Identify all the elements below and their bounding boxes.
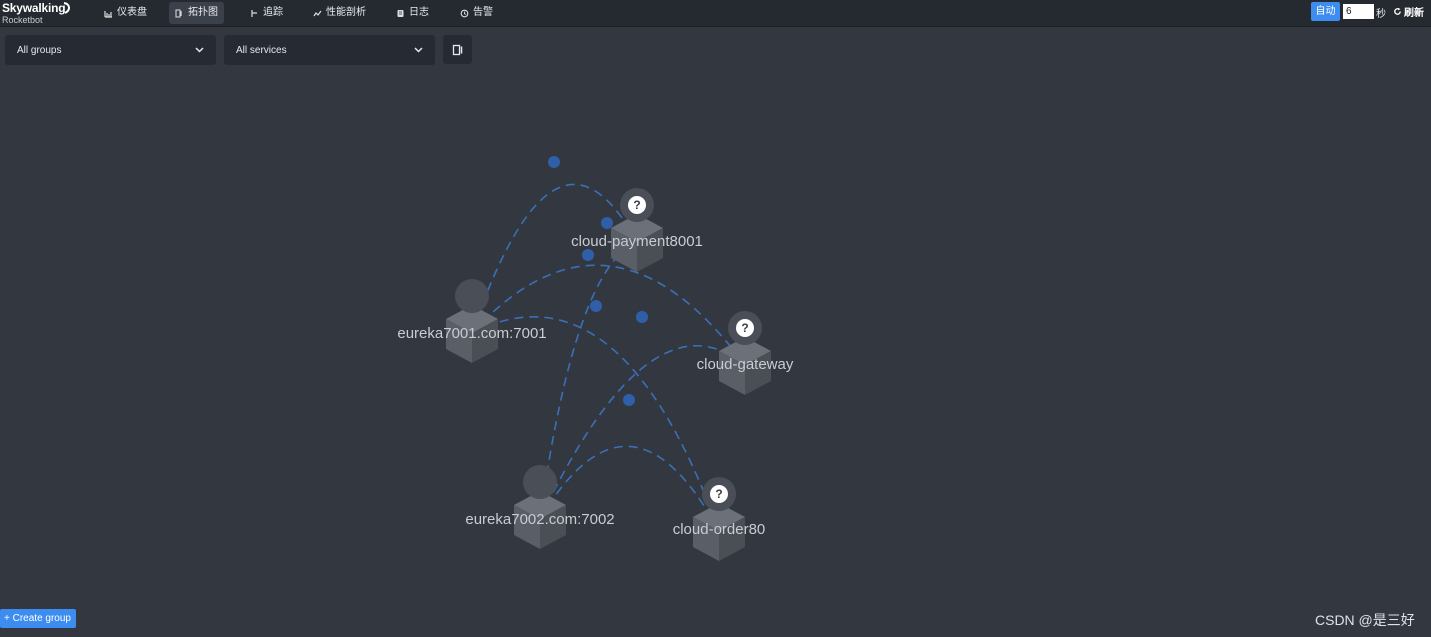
nav-item-alarm[interactable]: 告警 [454, 2, 499, 24]
nav-label-alarm: 告警 [473, 7, 493, 18]
csdn-watermark: CSDN @是三好 [1315, 612, 1415, 628]
topology-link [471, 183, 638, 334]
nav-item-dashboard[interactable]: 仪表盘 [98, 2, 153, 24]
group-select-value: All groups [17, 44, 62, 56]
question-mark: ? [633, 198, 640, 212]
nav-item-profile[interactable]: 性能剖析 [307, 2, 372, 24]
nav-item-trace[interactable]: 追踪 [244, 2, 289, 24]
logo-subtitle: Rocketbot [2, 15, 43, 25]
link-call-dot[interactable] [636, 311, 648, 323]
refresh-button[interactable]: 刷新 [1393, 4, 1424, 19]
nav-label-log: 日志 [409, 7, 429, 18]
trace-icon [251, 9, 257, 17]
nav-label-topology: 拓扑图 [188, 7, 218, 18]
link-call-dot[interactable] [601, 217, 613, 229]
link-call-dot[interactable] [548, 156, 560, 168]
node-label-gateway: cloud-gateway [696, 356, 794, 373]
node-label-eureka7001: eureka7001.com:7001 [397, 325, 547, 342]
chevron-down-icon [195, 47, 204, 53]
create-group-button[interactable]: + Create group [0, 609, 76, 628]
service-select-value: All services [236, 44, 287, 56]
toggle-panel-button[interactable] [443, 35, 472, 64]
profile-icon [313, 10, 322, 16]
seconds-label: 秒 [1376, 9, 1386, 20]
log-icon [397, 9, 404, 17]
group-select[interactable]: All groups [5, 35, 216, 65]
link-call-dot[interactable] [590, 300, 602, 312]
link-call-dot[interactable] [623, 394, 635, 406]
dashboard-icon [104, 10, 112, 18]
question-mark: ? [741, 321, 748, 335]
service-node-eureka7001[interactable] [446, 279, 498, 363]
topology-link [471, 316, 720, 532]
service-select[interactable]: All services [224, 35, 435, 65]
nav-label-profile: 性能剖析 [326, 7, 366, 18]
logo-swoosh-icon [63, 2, 70, 14]
node-badge [523, 465, 557, 499]
top-navigation-bar: Skywalking Rocketbot 仪表盘 拓扑图 追踪 性能剖析 日志 … [0, 0, 1431, 27]
nav-label-trace: 追踪 [263, 7, 283, 18]
node-badge [455, 279, 489, 313]
service-node-order[interactable]: ? [693, 477, 745, 561]
topology-graph[interactable]: ??? cloud-payment8001 eureka7001.com:7001… [0, 68, 1431, 608]
service-node-gateway[interactable]: ? [719, 311, 771, 395]
panel-toggle-icon [452, 44, 462, 55]
nav-label-dashboard: 仪表盘 [117, 7, 147, 18]
link-call-dot[interactable] [582, 249, 594, 261]
node-label-order: cloud-order80 [672, 521, 766, 538]
topology-icon [175, 9, 182, 17]
skywalking-logo[interactable]: Skywalking Rocketbot [2, 1, 74, 25]
nav-item-log[interactable]: 日志 [390, 2, 435, 24]
refresh-interval-input[interactable] [1343, 4, 1374, 19]
question-mark: ? [715, 487, 722, 501]
logo-title: Skywalking [2, 1, 66, 15]
auto-refresh-button[interactable]: 自动 [1311, 2, 1340, 21]
node-label-payment: cloud-payment8001 [571, 233, 703, 250]
node-label-eureka7002: eureka7002.com:7002 [465, 511, 615, 528]
chevron-down-icon [414, 47, 423, 53]
nav-item-topology[interactable]: 拓扑图 [169, 2, 224, 24]
service-node-payment[interactable]: ? [611, 188, 663, 272]
alarm-icon [460, 9, 469, 17]
topology-link [471, 264, 746, 366]
service-node-eureka7002[interactable] [514, 465, 566, 549]
refresh-label: 刷新 [1404, 8, 1424, 19]
refresh-icon [1394, 7, 1401, 15]
